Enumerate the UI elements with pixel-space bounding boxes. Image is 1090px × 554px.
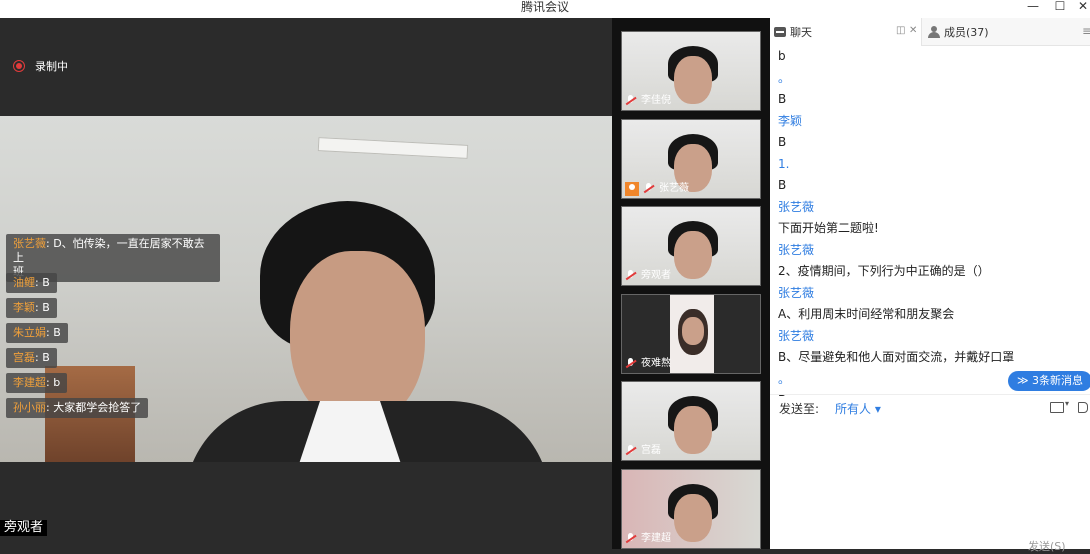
danmaku-text: B bbox=[42, 301, 50, 314]
video-tile[interactable]: 宫磊 bbox=[621, 381, 761, 461]
chat-message: b bbox=[778, 49, 786, 63]
chat-sender: 张艺薇 bbox=[778, 242, 815, 257]
chat-sender: 李颖 bbox=[778, 113, 803, 128]
close-icon[interactable]: ✕ bbox=[909, 26, 917, 36]
popout-icon[interactable]: ◫ bbox=[896, 26, 905, 36]
danmaku-user: 李建超 bbox=[13, 376, 46, 389]
video-tile[interactable]: 李建超 bbox=[621, 469, 761, 549]
divider bbox=[770, 394, 1090, 395]
tab-chat[interactable]: 聊天 ◫ ✕ bbox=[770, 18, 922, 46]
tile-label: 旁观者 bbox=[625, 269, 671, 283]
maximize-button[interactable]: ☐ bbox=[1051, 0, 1069, 14]
danmaku-user: 孙小丽 bbox=[13, 401, 46, 414]
tab-members[interactable]: 成员(37) bbox=[926, 18, 1076, 46]
speaker-name-label: 旁观者 bbox=[0, 520, 48, 536]
danmaku-user: 张艺薇 bbox=[13, 237, 46, 250]
danmaku-user: 油鲤 bbox=[13, 276, 35, 289]
send-button[interactable]: 发送(S) bbox=[1028, 538, 1066, 554]
close-button[interactable]: ✕ bbox=[1074, 0, 1090, 14]
tile-label: 宫磊 bbox=[625, 444, 661, 458]
chat-message: A、利用周末时间经常和朋友聚会 bbox=[778, 307, 955, 321]
send-to-row: 发送至: 所有人 ▾ bbox=[779, 400, 881, 417]
participant-face bbox=[674, 406, 712, 454]
tile-label: 夜难熬 bbox=[625, 357, 671, 371]
tile-label: 张艺薇 bbox=[625, 182, 689, 196]
mic-muted-icon bbox=[625, 533, 637, 545]
danmaku-item: 油鲤: B bbox=[6, 273, 57, 293]
chat-message: 。 bbox=[778, 70, 791, 85]
title-bar: 腾讯会议 — ☐ ✕ bbox=[0, 0, 1090, 18]
chat-message: 下面开始第二题啦! bbox=[778, 221, 879, 235]
side-panel: 聊天 ◫ ✕ 成员(37) ≡ b 。 B 李颖 B 1. B 张艺薇 下面开始… bbox=[770, 18, 1090, 553]
video-tile[interactable]: 旁观者 bbox=[621, 206, 761, 286]
recording-label: 录制中 bbox=[35, 60, 68, 73]
speaker-face bbox=[290, 251, 425, 426]
mic-muted-icon bbox=[625, 270, 637, 282]
send-to-label: 发送至: bbox=[779, 402, 820, 416]
chat-sender: 张艺薇 bbox=[778, 199, 815, 214]
speaker-icon[interactable] bbox=[1078, 402, 1088, 413]
participant-name: 张艺薇 bbox=[659, 183, 689, 194]
tile-label: 李佳倪 bbox=[625, 94, 671, 108]
new-messages-button[interactable]: ≫ 3条新消息 bbox=[1008, 371, 1090, 391]
main-stage: 录制中 张艺薇: D、怕传染，一直在居家不敢去上班 油鲤: B 李颖: B 朱立… bbox=[0, 18, 612, 549]
danmaku-text: b bbox=[53, 376, 61, 389]
danmaku-item: 孙小丽: 大家都学会抢答了 bbox=[6, 398, 149, 418]
participant-name: 宫磊 bbox=[641, 445, 661, 456]
video-gallery: 李佳倪 张艺薇 旁观者 夜难熬 宫磊 李建超 bbox=[612, 18, 770, 549]
mic-muted-icon bbox=[625, 358, 637, 370]
menu-icon[interactable]: ≡ bbox=[1082, 25, 1090, 37]
chat-icon bbox=[774, 27, 786, 37]
ceiling-light bbox=[317, 137, 469, 159]
participant-face bbox=[674, 56, 712, 104]
recording-indicator: 录制中 bbox=[13, 58, 68, 74]
danmaku-text: B bbox=[53, 326, 61, 339]
window-title: 腾讯会议 bbox=[520, 0, 569, 14]
chat-sender: 张艺薇 bbox=[778, 328, 815, 343]
chat-message: B bbox=[778, 92, 787, 106]
danmaku-user: 朱立娟 bbox=[13, 326, 46, 339]
danmaku-item: 李建超: b bbox=[6, 373, 68, 393]
participant-name: 李佳倪 bbox=[641, 95, 671, 106]
mic-muted-icon bbox=[625, 95, 637, 107]
danmaku-item: 朱立娟: B bbox=[6, 323, 68, 343]
participant-name: 旁观者 bbox=[641, 270, 671, 281]
host-icon bbox=[625, 182, 639, 196]
tab-chat-label: 聊天 bbox=[790, 26, 812, 39]
participant-name: 李建超 bbox=[641, 533, 671, 544]
panel-tabs: 聊天 ◫ ✕ 成员(37) ≡ bbox=[770, 18, 1090, 46]
tab-members-label: 成员(37) bbox=[944, 26, 989, 39]
danmaku-item: 李颖: B bbox=[6, 298, 57, 318]
minimize-button[interactable]: — bbox=[1024, 0, 1042, 14]
file-folder-icon[interactable] bbox=[1050, 399, 1069, 413]
danmaku-text: 大家都学会抢答了 bbox=[53, 401, 142, 414]
main-video[interactable]: 张艺薇: D、怕传染，一直在居家不敢去上班 油鲤: B 李颖: B 朱立娟: B… bbox=[0, 116, 612, 462]
chat-sender: 张艺薇 bbox=[778, 285, 815, 300]
danmaku-item: 宫磊: B bbox=[6, 348, 57, 368]
danmaku-user: 李颖 bbox=[13, 301, 35, 314]
chat-message: B bbox=[778, 178, 787, 192]
participant-name: 夜难熬 bbox=[641, 358, 671, 369]
video-tile[interactable]: 张艺薇 bbox=[621, 119, 761, 199]
video-tile[interactable]: 李佳倪 bbox=[621, 31, 761, 111]
tile-label: 李建超 bbox=[625, 532, 671, 546]
person-icon bbox=[928, 26, 940, 38]
chat-message: B、尽量避免和他人面对面交流，并戴好口罩 bbox=[778, 350, 1015, 364]
chat-sender: 1. bbox=[778, 156, 790, 171]
chat-message-list[interactable]: b 。 B 李颖 B 1. B 张艺薇 下面开始第二题啦! 张艺薇 2、疫情期间… bbox=[778, 46, 1088, 396]
chat-message: 2、疫情期间，下列行为中正确的是（） bbox=[778, 264, 990, 278]
chat-message: B bbox=[778, 135, 787, 149]
participant-face bbox=[674, 231, 712, 279]
participant-face bbox=[682, 317, 704, 345]
record-icon bbox=[13, 60, 25, 72]
danmaku-text: B bbox=[42, 276, 50, 289]
profile-photo bbox=[670, 295, 714, 373]
mic-muted-icon bbox=[643, 183, 655, 195]
video-tile[interactable]: 夜难熬 bbox=[621, 294, 761, 374]
danmaku-user: 宫磊 bbox=[13, 351, 35, 364]
send-to-dropdown[interactable]: 所有人 ▾ bbox=[835, 400, 881, 417]
participant-face bbox=[674, 494, 712, 542]
mic-muted-icon bbox=[625, 445, 637, 457]
danmaku-text: B bbox=[42, 351, 50, 364]
